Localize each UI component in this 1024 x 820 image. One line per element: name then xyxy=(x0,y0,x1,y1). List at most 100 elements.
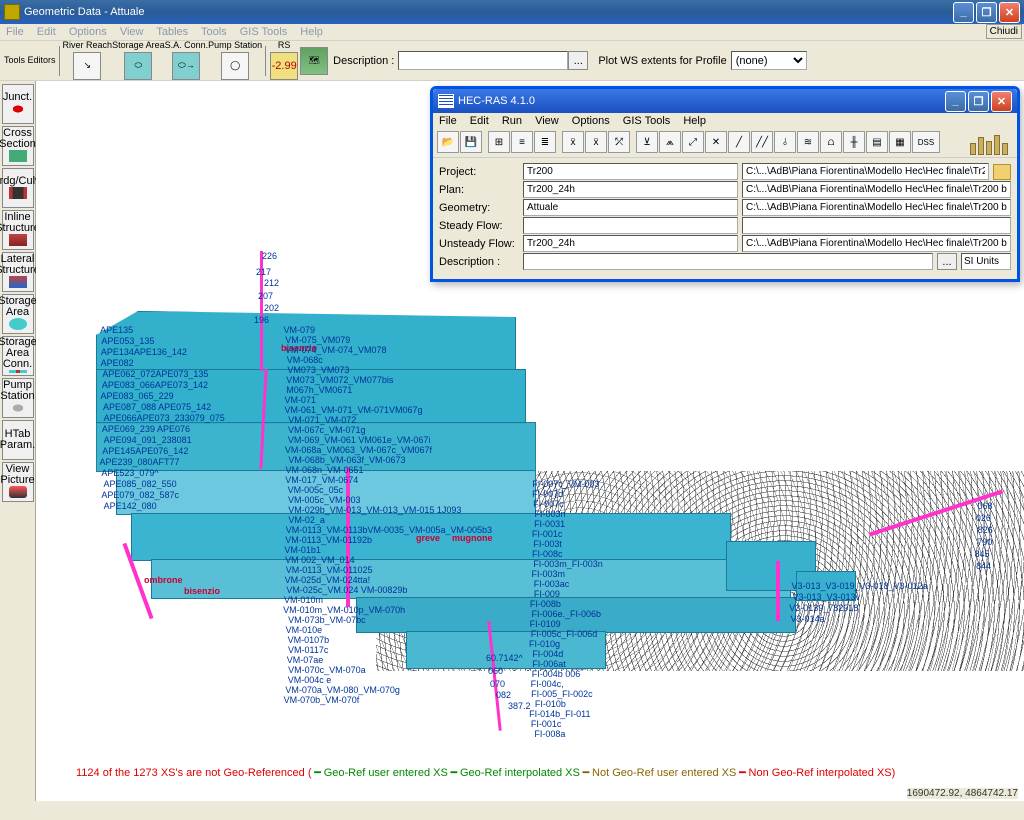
menu-view[interactable]: View xyxy=(120,26,144,38)
hr-menu-file[interactable]: File xyxy=(439,115,457,127)
menu-options[interactable]: Options xyxy=(69,26,107,38)
pump-icon xyxy=(9,402,27,414)
rating-button[interactable]: ⤢ xyxy=(682,131,704,153)
menu-edit[interactable]: Edit xyxy=(37,26,56,38)
hecras-window: HEC-RAS 4.1.0 _ ❐ ✕ File Edit Run View O… xyxy=(430,86,1020,282)
camera-icon xyxy=(9,486,27,498)
hr-menu-run[interactable]: Run xyxy=(502,115,522,127)
storage-area-side-button[interactable]: Storage Area xyxy=(2,294,34,334)
plot-ws-select[interactable]: (none) xyxy=(731,51,807,70)
steady-label: Steady Flow: xyxy=(439,220,519,232)
sa-label: 845 xyxy=(975,549,990,559)
geometry-path-input[interactable] xyxy=(742,199,1011,216)
unsteady-button[interactable]: ≣ xyxy=(534,131,556,153)
hecras-maximize-button[interactable]: ❐ xyxy=(968,91,989,112)
project-path-input[interactable] xyxy=(742,163,989,180)
pump-station-button[interactable]: ◯ xyxy=(221,52,249,80)
htab-param-button[interactable]: HTab Param. xyxy=(2,420,34,460)
storage-area-button[interactable]: ⬭ xyxy=(124,52,152,80)
sa-label: APE066APE073_233079_075 xyxy=(104,413,225,423)
view-picture-button[interactable]: View Picture xyxy=(2,462,34,502)
menu-file[interactable]: File xyxy=(6,26,24,38)
geom-button[interactable]: ⊞ xyxy=(488,131,510,153)
description-more-button[interactable]: ... xyxy=(568,51,588,70)
plot-ws-label: Plot WS extents for Profile xyxy=(594,55,730,67)
p2-button[interactable]: ╱╱ xyxy=(751,131,773,153)
plan-label: Plan: xyxy=(439,184,519,196)
desc-more-button[interactable]: ... xyxy=(937,253,957,270)
hr-menu-options[interactable]: Options xyxy=(572,115,610,127)
side-toolbar: Junct. Cross Section Brdg/Culv. Inline S… xyxy=(0,81,36,801)
run3-button[interactable]: ⤱ xyxy=(608,131,630,153)
xs-plot-button[interactable]: ⊻ xyxy=(636,131,658,153)
profile-plot-button[interactable]: ⩕ xyxy=(659,131,681,153)
hydrograph-button[interactable]: ⫰ xyxy=(774,131,796,153)
geometry-name-input[interactable] xyxy=(523,199,738,216)
minimize-button[interactable]: _ xyxy=(953,2,974,23)
hr-menu-view[interactable]: View xyxy=(535,115,559,127)
sum2-table-button[interactable]: ▦ xyxy=(889,131,911,153)
sa-label: 844 xyxy=(976,561,991,571)
steady-name-input[interactable] xyxy=(523,217,738,234)
sum-table-button[interactable]: ▤ xyxy=(866,131,888,153)
brdg-culv-button[interactable]: Brdg/Culv. xyxy=(2,168,34,208)
sa-label: APE134APE136_142 xyxy=(101,347,187,357)
prop2-button[interactable]: ⩍ xyxy=(820,131,842,153)
plan-name-input[interactable] xyxy=(523,181,738,198)
geom-window-titlebar: Geometric Data - Attuale _ ❐ ✕ xyxy=(0,0,1024,24)
unsteady-name-input[interactable] xyxy=(523,235,738,252)
unsteady-path-input[interactable] xyxy=(742,235,1011,252)
lateral-structure-button[interactable]: Lateral Structure xyxy=(2,252,34,292)
sa-label: FI-004c, xyxy=(531,679,564,689)
sa-label: APE062_072APE073_135 xyxy=(102,369,208,379)
sa-conn-label: S.A. Conn. xyxy=(165,41,209,50)
junct-button[interactable]: Junct. xyxy=(2,84,34,124)
hecras-minimize-button[interactable]: _ xyxy=(945,91,966,112)
steady-button[interactable]: ≡ xyxy=(511,131,533,153)
steady-path-input[interactable] xyxy=(742,217,1011,234)
rs-label: RS xyxy=(278,41,291,50)
castle-icon xyxy=(969,131,1013,155)
rs-button[interactable]: -2.99 xyxy=(270,52,298,80)
chiudi-button[interactable]: Chiudi xyxy=(986,24,1022,39)
plan-path-input[interactable] xyxy=(742,181,1011,198)
pump-station-side-button[interactable]: Pump Station xyxy=(2,378,34,418)
storage-area-conn-button[interactable]: Storage Area Conn. xyxy=(2,336,34,376)
cross-section-icon xyxy=(9,150,27,162)
close-button[interactable]: ✕ xyxy=(999,2,1020,23)
p1-button[interactable]: ╱ xyxy=(728,131,750,153)
river-reach-button[interactable]: ↘ xyxy=(73,52,101,80)
sa-label: VM-025d_VM-024tta! xyxy=(285,575,371,585)
cross-section-button[interactable]: Cross Section xyxy=(2,126,34,166)
project-name-input[interactable] xyxy=(523,163,738,180)
hr-menu-gistools[interactable]: GIS Tools xyxy=(623,115,671,127)
sa-label: 826 xyxy=(978,525,993,535)
run2-button[interactable]: ẍ xyxy=(585,131,607,153)
menu-tables[interactable]: Tables xyxy=(156,26,188,38)
save-button[interactable]: 💾 xyxy=(460,131,482,153)
sa-label: FI-001c xyxy=(532,529,563,539)
prop-button[interactable]: ≋ xyxy=(797,131,819,153)
bridge-icon xyxy=(9,187,27,199)
open-button[interactable]: 📂 xyxy=(437,131,459,153)
description-input[interactable] xyxy=(398,51,568,70)
inline-structure-button[interactable]: Inline Structure xyxy=(2,210,34,250)
xyz-button[interactable]: ✕ xyxy=(705,131,727,153)
hr-menu-help[interactable]: Help xyxy=(683,115,706,127)
geometry-label: Geometry: xyxy=(439,202,519,214)
folder-icon[interactable] xyxy=(993,164,1011,180)
menu-gistools[interactable]: GIS Tools xyxy=(240,26,288,38)
dss-button[interactable]: DSS xyxy=(912,131,940,153)
sa-label: VM-07ae xyxy=(287,655,324,665)
sa-conn-button[interactable]: ⬭→ xyxy=(172,52,200,80)
hr-menu-edit[interactable]: Edit xyxy=(470,115,489,127)
menu-help[interactable]: Help xyxy=(300,26,323,38)
hecras-close-button[interactable]: ✕ xyxy=(991,91,1012,112)
map-button[interactable]: 🗺 xyxy=(300,47,328,75)
hyd-table-button[interactable]: ╫ xyxy=(843,131,865,153)
maximize-button[interactable]: ❐ xyxy=(976,2,997,23)
desc-input[interactable] xyxy=(523,253,933,270)
run1-button[interactable]: ẍ xyxy=(562,131,584,153)
menu-tools[interactable]: Tools xyxy=(201,26,227,38)
hecras-titlebar[interactable]: HEC-RAS 4.1.0 _ ❐ ✕ xyxy=(433,89,1017,113)
